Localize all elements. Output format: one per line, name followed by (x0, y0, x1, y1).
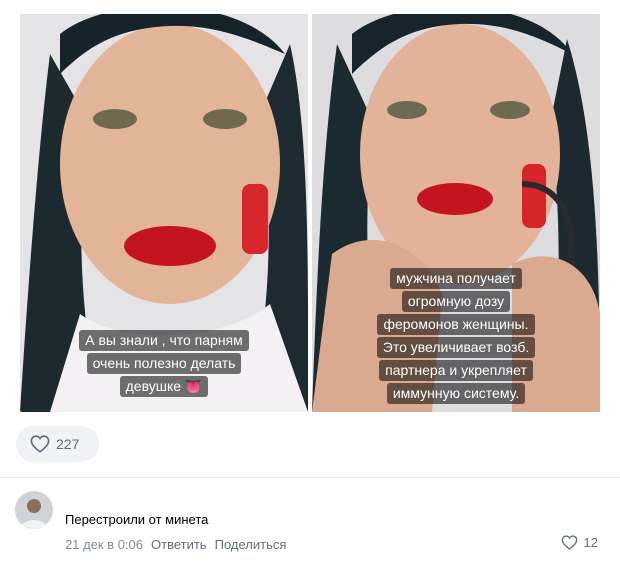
caption-line: огромную дозу (401, 291, 511, 312)
caption-line: феромонов женщины. (377, 314, 535, 335)
caption-line: иммунную систему. (386, 383, 526, 404)
comment-like-count: 12 (583, 535, 598, 550)
post-photo-2[interactable]: мужчина получает огромную дозу феромонов… (312, 14, 600, 412)
post-photo-1[interactable]: А вы знали , что парням очень полезно де… (20, 14, 308, 412)
divider (0, 477, 620, 478)
avatar[interactable] (15, 491, 53, 529)
caption-line: девушке 👅 (119, 376, 209, 397)
comment-text: Перестроили от минета (65, 512, 209, 527)
photo-1-caption: А вы знали , что парням очень полезно де… (20, 330, 308, 397)
caption-line: очень полезно делать (86, 353, 242, 374)
photo-2-caption: мужчина получает огромную дозу феромонов… (312, 268, 600, 404)
post-like-count: 227 (56, 436, 80, 452)
reply-link[interactable]: Ответить (151, 537, 207, 552)
caption-line: партнера и укрепляет (379, 360, 533, 381)
comment-meta: 21 дек в 0:06 Ответить Поделиться (65, 537, 286, 552)
comment-date[interactable]: 21 дек в 0:06 (65, 537, 143, 552)
share-link[interactable]: Поделиться (215, 537, 287, 552)
avatar-image (15, 491, 53, 529)
heart-icon (30, 435, 50, 453)
caption-line: Это увеличивает возб. (376, 337, 536, 358)
caption-line: мужчина получает (390, 268, 522, 289)
heart-icon (561, 535, 577, 550)
caption-line: А вы знали , что парням (79, 330, 249, 351)
post-like-button[interactable]: 227 (16, 426, 99, 462)
comment-like-button[interactable]: 12 (561, 535, 598, 550)
